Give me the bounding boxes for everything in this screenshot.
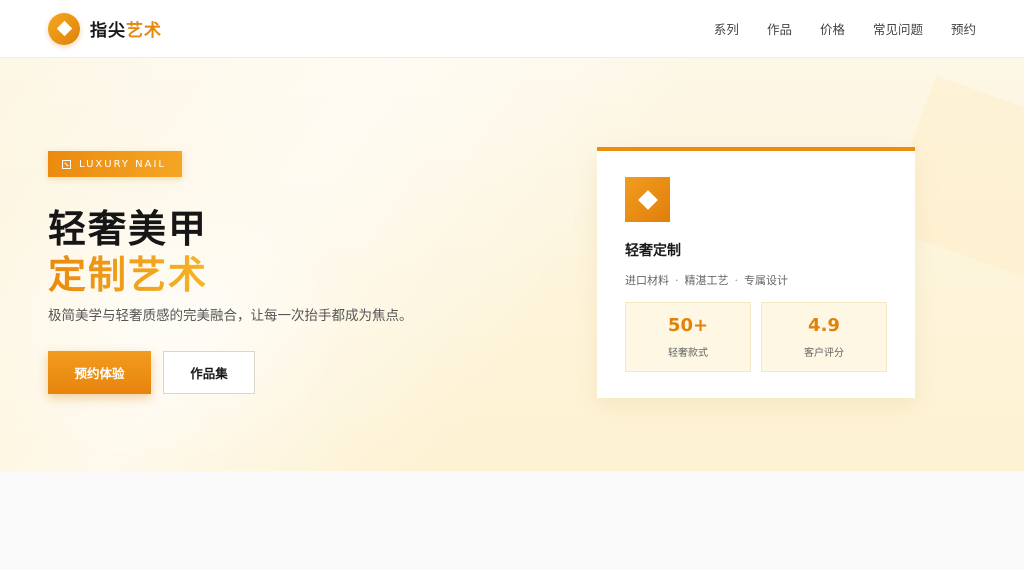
diamond-icon bbox=[625, 177, 670, 222]
feature-separator: · bbox=[675, 273, 679, 287]
badge-label: LUXURY NAIL bbox=[79, 158, 166, 170]
logo-text-accent: 艺术 bbox=[126, 21, 162, 41]
stat-rating: 4.9 客户评分 bbox=[761, 302, 887, 372]
nav-item-booking[interactable]: 预约 bbox=[951, 19, 976, 38]
stat-styles: 50+ 轻奢款式 bbox=[625, 302, 751, 372]
stat-label: 客户评分 bbox=[804, 348, 844, 359]
main-nav: 系列 作品 价格 常见问题 预约 bbox=[714, 19, 976, 38]
site-header: 指尖艺术 系列 作品 价格 常见问题 预约 bbox=[0, 0, 1024, 58]
logo-text: 指尖艺术 bbox=[90, 16, 162, 41]
hero-title-line2: 定制艺术 bbox=[48, 244, 208, 299]
nav-item-faq[interactable]: 常见问题 bbox=[873, 19, 923, 38]
diamond-icon bbox=[48, 12, 80, 45]
feature-card: 轻奢定制 进口材料 · 精湛工艺 · 专属设计 50+ 轻奢款式 4.9 客户评… bbox=[597, 147, 915, 398]
nav-item-series[interactable]: 系列 bbox=[714, 19, 739, 38]
hero-subtitle: 极简美学与轻奢质感的完美融合，让每一次抬手都成为焦点。 bbox=[48, 308, 413, 324]
box-icon bbox=[62, 159, 71, 169]
card-features: 进口材料 · 精湛工艺 · 专属设计 bbox=[625, 272, 788, 288]
card-title: 轻奢定制 bbox=[625, 243, 681, 259]
nav-item-works[interactable]: 作品 bbox=[767, 19, 792, 38]
book-experience-button[interactable]: 预约体验 bbox=[48, 351, 151, 394]
stat-label: 轻奢款式 bbox=[668, 348, 708, 359]
portfolio-button[interactable]: 作品集 bbox=[163, 351, 255, 394]
stat-value: 4.9 bbox=[808, 315, 840, 336]
logo[interactable]: 指尖艺术 bbox=[48, 12, 162, 45]
lower-section bbox=[0, 471, 1024, 570]
feature-item: 进口材料 bbox=[625, 274, 669, 287]
feature-item: 精湛工艺 bbox=[684, 274, 729, 287]
logo-text-dark: 指尖 bbox=[90, 21, 126, 41]
nav-item-price[interactable]: 价格 bbox=[820, 19, 845, 38]
feature-item: 专属设计 bbox=[744, 274, 788, 287]
stat-value: 50+ bbox=[667, 315, 709, 336]
luxury-badge: LUXURY NAIL bbox=[48, 151, 182, 177]
hero-section: LUXURY NAIL 轻奢美甲 定制艺术 极简美学与轻奢质感的完美融合，让每一… bbox=[0, 58, 1024, 471]
feature-separator: · bbox=[734, 273, 739, 287]
